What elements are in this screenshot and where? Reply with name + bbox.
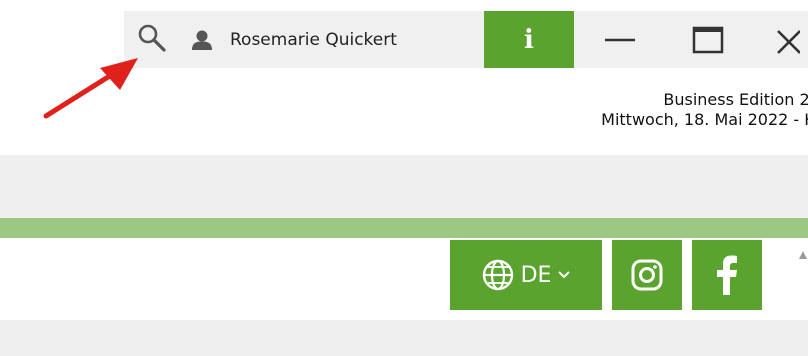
green-divider xyxy=(0,218,808,238)
scroll-up-arrow[interactable] xyxy=(798,250,808,260)
facebook-button[interactable] xyxy=(692,240,762,310)
instagram-button[interactable] xyxy=(612,240,682,310)
social-bar xyxy=(0,238,808,310)
user-menu[interactable]: Rosemarie Quickert xyxy=(190,11,397,68)
facebook-icon xyxy=(717,255,737,295)
maximize-icon xyxy=(692,26,724,53)
instagram-icon xyxy=(631,259,663,291)
info-icon: i xyxy=(524,24,534,55)
language-label: DE xyxy=(520,262,552,288)
close-button[interactable] xyxy=(770,11,808,68)
edition-name: Business Edition 202 xyxy=(663,90,808,109)
edition-info: Business Edition 202 Mittwoch, 18. Mai 2… xyxy=(430,90,808,130)
minimize-button[interactable] xyxy=(590,11,650,68)
search-icon xyxy=(138,24,166,52)
globe-icon xyxy=(482,259,513,291)
chevron-down-icon xyxy=(558,271,571,279)
user-name: Rosemarie Quickert xyxy=(230,29,397,50)
minimize-icon xyxy=(605,38,635,41)
edition-date: Mittwoch, 18. Mai 2022 - KW xyxy=(601,110,808,129)
red-annotation-arrow xyxy=(43,58,138,119)
navigation-band xyxy=(0,155,808,218)
language-selector[interactable]: DE xyxy=(450,240,602,310)
user-icon xyxy=(190,28,214,52)
content-band xyxy=(0,320,808,356)
maximize-button[interactable] xyxy=(678,11,738,68)
close-icon xyxy=(777,29,800,54)
info-button[interactable]: i xyxy=(484,11,574,68)
